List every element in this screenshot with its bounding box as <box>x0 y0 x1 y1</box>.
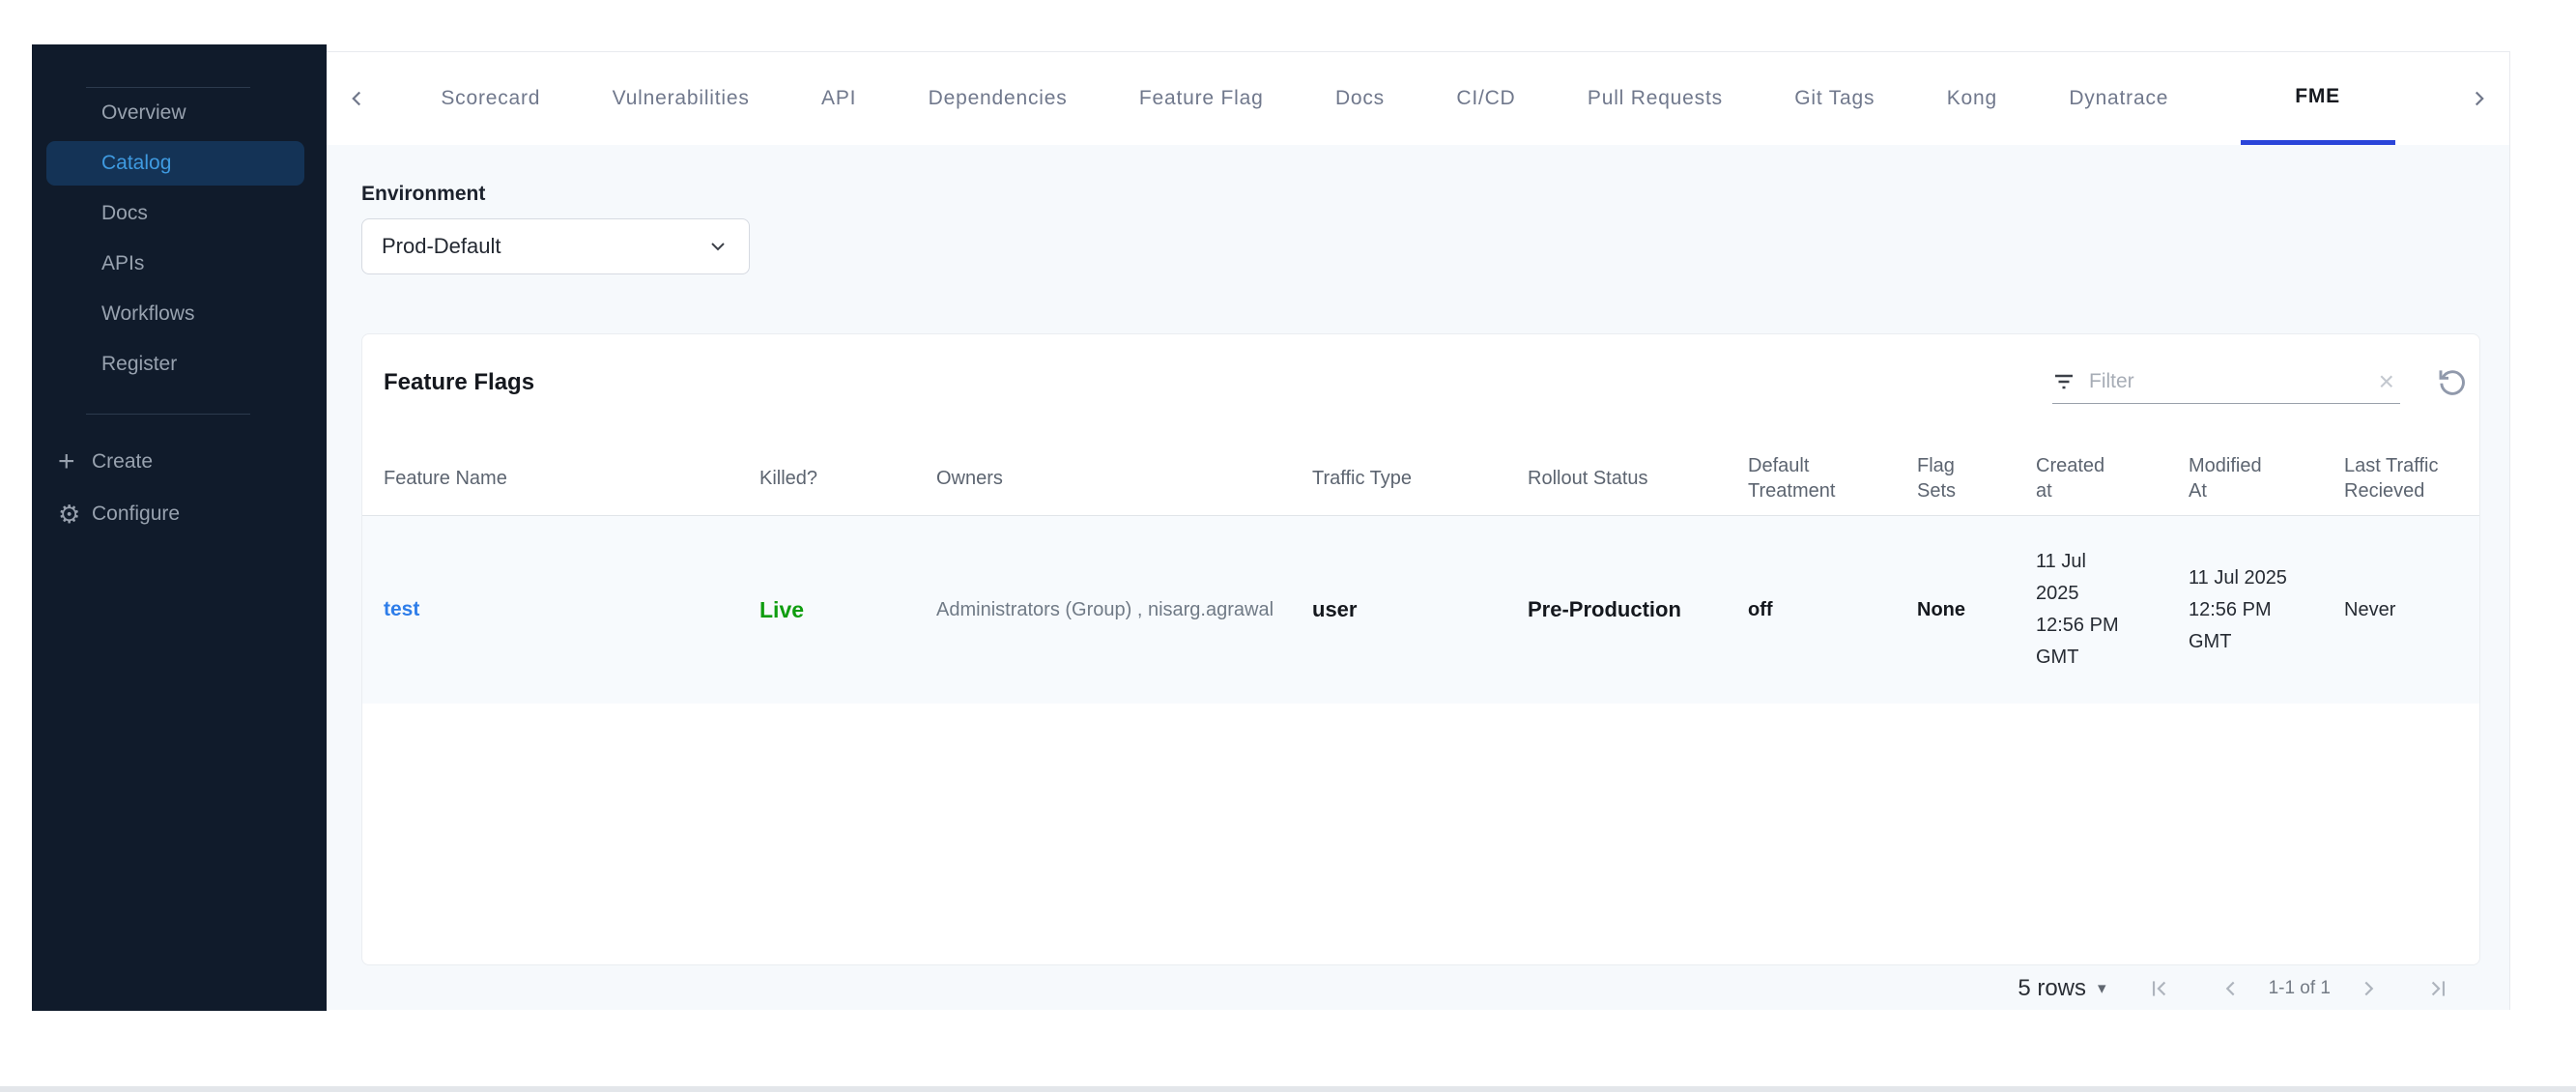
tab-fme[interactable]: FME <box>2240 52 2395 145</box>
tab-api[interactable]: API <box>821 52 856 145</box>
cell-feature-name: test <box>384 598 759 621</box>
sidebar-item-workflows[interactable]: Workflows <box>32 289 327 339</box>
chevron-down-icon <box>711 243 725 251</box>
column-header-default-treatment[interactable]: Default Treatment <box>1748 453 1917 503</box>
tab-kong[interactable]: Kong <box>1947 52 1997 145</box>
environment-select[interactable]: Prod-Default <box>361 218 750 274</box>
chevron-right-icon <box>2364 981 2374 995</box>
chevron-right-icon <box>2475 91 2484 106</box>
sidebar-nav: Overview Catalog Docs APIs Workflows Reg… <box>32 88 327 389</box>
cell-traffic-type: user <box>1312 597 1358 621</box>
gear-icon: ⚙ <box>58 500 81 529</box>
tab-dependencies[interactable]: Dependencies <box>929 52 1068 145</box>
clear-filter-icon[interactable]: × <box>2373 367 2400 395</box>
refresh-icon <box>2439 370 2465 395</box>
table-row: test Live Administrators (Group) , nisar… <box>362 516 2479 704</box>
environment-label: Environment <box>361 183 486 205</box>
live-status-badge: Live <box>759 596 805 622</box>
cell-created-at: 11 Jul 2025 12:56 PM GMT <box>2036 551 2119 668</box>
next-page-button[interactable] <box>2356 976 2381 1001</box>
chevron-left-icon <box>352 91 361 106</box>
tab-dynatrace[interactable]: Dynatrace <box>2069 52 2168 145</box>
plus-icon: + <box>58 445 75 477</box>
tab-pull-requests[interactable]: Pull Requests <box>1588 52 1723 145</box>
cell-rollout-status: Pre-Production <box>1528 597 1681 621</box>
table-header-row: Feature Name Killed? Owners Traffic Type… <box>362 441 2479 516</box>
cell-default-treatment: off <box>1748 598 1773 620</box>
tab-bar: Scorecard Vulnerabilities API Dependenci… <box>327 52 2509 145</box>
column-header-owners[interactable]: Owners <box>936 466 1312 491</box>
tab-git-tags[interactable]: Git Tags <box>1794 52 1875 145</box>
tab-feature-flag[interactable]: Feature Flag <box>1139 52 1264 145</box>
last-page-button[interactable] <box>2425 976 2450 1001</box>
pagination-range-label: 1-1 of 1 <box>2268 977 2331 998</box>
first-page-icon <box>2152 980 2165 996</box>
create-label: Create <box>92 450 154 473</box>
cell-owners: Administrators (Group) , nisarg.agrawal <box>936 598 1274 620</box>
sidebar-item-register[interactable]: Register <box>32 339 327 389</box>
rows-per-page-select[interactable]: 5 rows ▾ <box>2018 975 2105 1002</box>
first-page-button[interactable] <box>2147 976 2172 1001</box>
app-window: Overview Catalog Docs APIs Workflows Reg… <box>0 0 2576 1092</box>
create-button[interactable]: + Create <box>32 436 327 488</box>
tab-cicd[interactable]: CI/CD <box>1456 52 1515 145</box>
column-header-created-at[interactable]: Created at <box>2036 453 2189 503</box>
environment-selected-value: Prod-Default <box>382 234 501 258</box>
sidebar-active-pill: Catalog <box>46 141 304 186</box>
sidebar-actions: + Create ⚙ Configure <box>32 436 327 540</box>
sidebar-item-overview[interactable]: Overview <box>32 88 327 138</box>
filter-input[interactable] <box>2087 368 2373 394</box>
sidebar-item-label: Register <box>101 353 178 375</box>
content-pane: Scorecard Vulnerabilities API Dependenci… <box>327 51 2510 1010</box>
sidebar-item-label: Docs <box>101 202 148 224</box>
tab-scorecard[interactable]: Scorecard <box>441 52 540 145</box>
sidebar: Overview Catalog Docs APIs Workflows Reg… <box>32 44 327 1011</box>
tabs-scroll-left-button[interactable] <box>344 52 369 145</box>
sidebar-item-docs[interactable]: Docs <box>32 188 327 239</box>
tabs-scroll-right-button[interactable] <box>2467 52 2492 145</box>
tab-docs[interactable]: Docs <box>1335 52 1385 145</box>
cell-flag-sets: None <box>1917 598 1965 620</box>
caret-down-icon: ▾ <box>2098 978 2106 997</box>
column-header-feature-name[interactable]: Feature Name <box>384 466 759 491</box>
cell-last-traffic-recieved: Never <box>2344 598 2396 620</box>
sidebar-item-catalog[interactable]: Catalog <box>32 138 327 188</box>
window-bottom-edge <box>0 1086 2576 1092</box>
configure-button[interactable]: ⚙ Configure <box>32 488 327 540</box>
panel-title: Feature Flags <box>384 369 535 395</box>
sidebar-item-label: Overview <box>101 101 186 124</box>
column-header-last-traffic-recieved[interactable]: Last Traffic Recieved <box>2344 453 2481 503</box>
sidebar-divider-bottom <box>86 414 250 415</box>
filter-field: × <box>2052 359 2400 404</box>
feature-flags-card: Feature Flags × Feature Name Killed? Own… <box>361 333 2480 965</box>
sidebar-item-label: Workflows <box>101 302 195 325</box>
cell-modified-at: 11 Jul 2025 12:56 PM GMT <box>2189 566 2287 652</box>
chevron-left-icon <box>2225 981 2235 995</box>
column-header-rollout-status[interactable]: Rollout Status <box>1528 466 1748 491</box>
column-header-traffic-type[interactable]: Traffic Type <box>1312 466 1528 491</box>
cell-killed: Live <box>759 597 936 623</box>
sidebar-item-apis[interactable]: APIs <box>32 239 327 289</box>
column-header-killed[interactable]: Killed? <box>759 466 936 491</box>
sidebar-item-label: APIs <box>101 252 145 274</box>
tab-vulnerabilities[interactable]: Vulnerabilities <box>613 52 750 145</box>
last-page-icon <box>2431 980 2446 996</box>
feature-name-link[interactable]: test <box>384 598 419 620</box>
filter-icon <box>2055 374 2073 388</box>
configure-label: Configure <box>92 503 181 525</box>
rows-per-page-value: 5 rows <box>2018 974 2087 1001</box>
previous-page-button[interactable] <box>2218 976 2244 1001</box>
refresh-button[interactable] <box>2433 361 2472 400</box>
pagination-bar: 5 rows ▾ 1-1 of 1 <box>2018 965 2450 1011</box>
column-header-flag-sets[interactable]: Flag Sets <box>1917 453 2036 503</box>
column-header-modified-at[interactable]: Modified At <box>2189 453 2344 503</box>
